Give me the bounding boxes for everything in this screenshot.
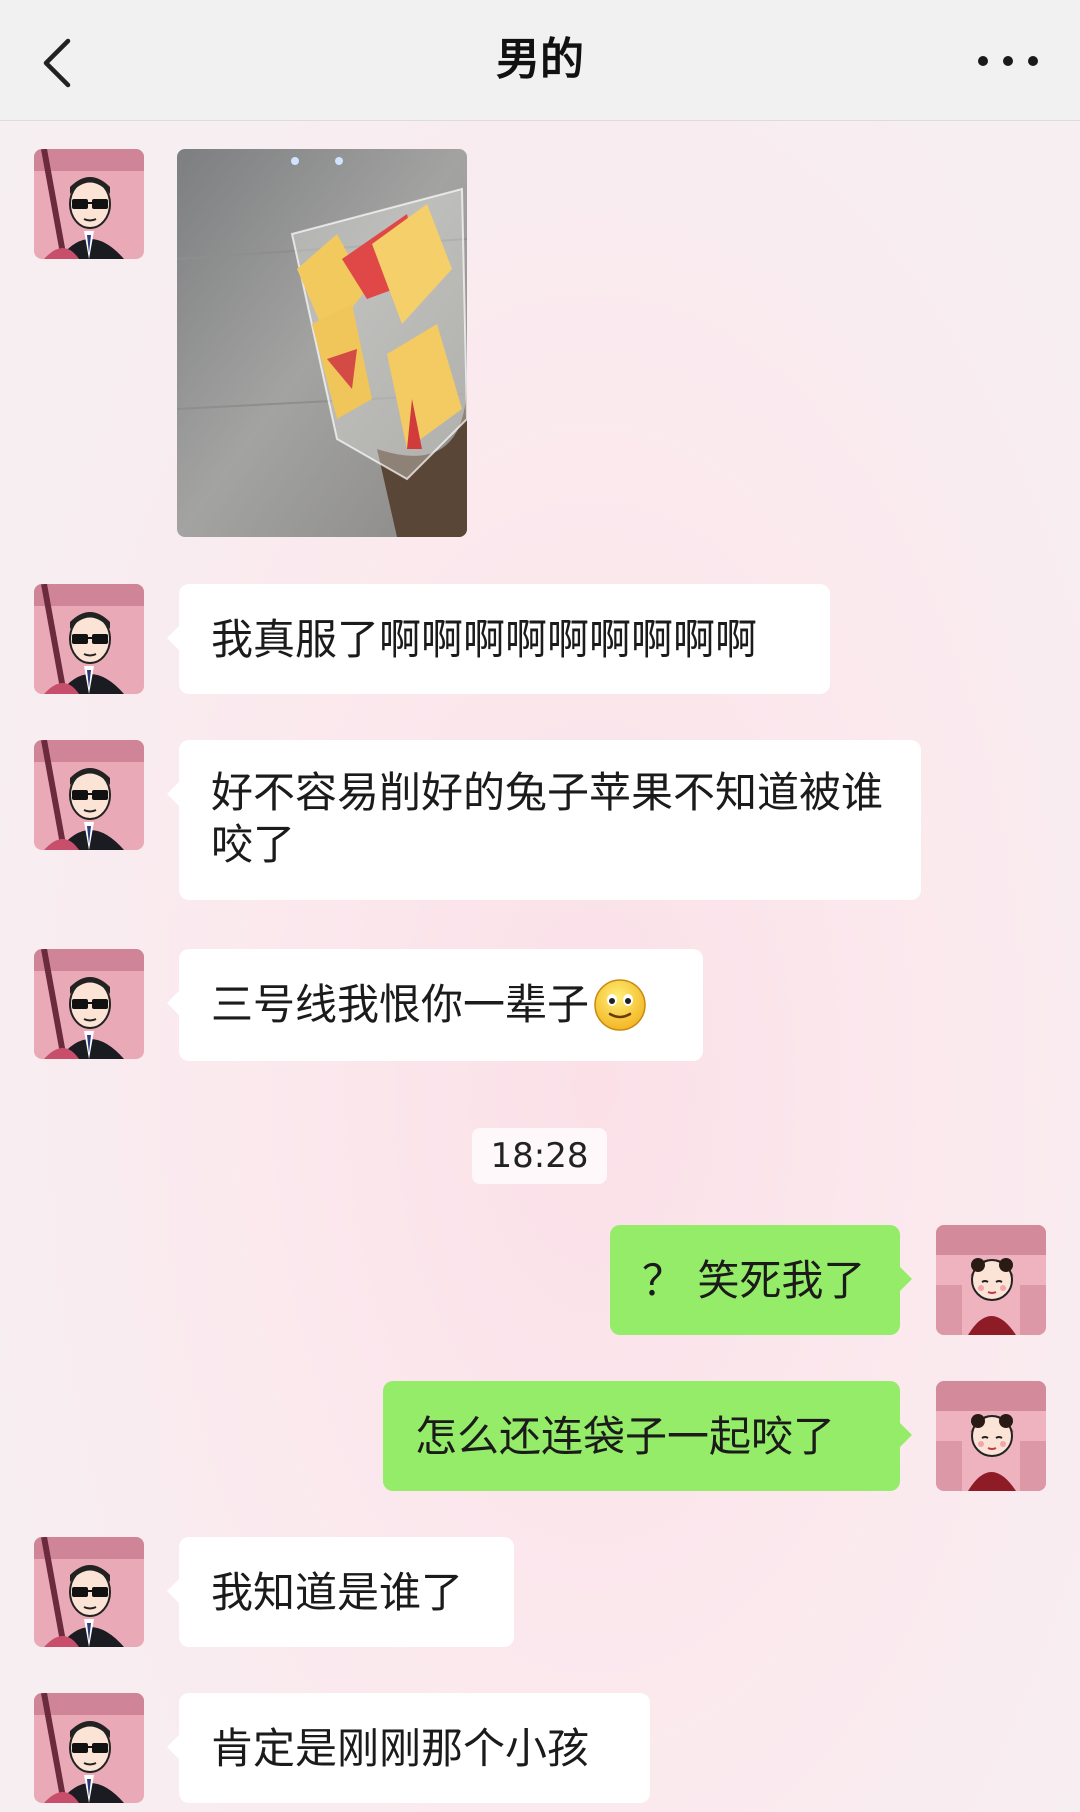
my-avatar[interactable]	[936, 1225, 1046, 1335]
ellipsis-icon	[978, 56, 988, 66]
message-bubble[interactable]: 肯定是刚刚那个小孩	[167, 1693, 650, 1803]
contact-avatar[interactable]	[34, 584, 144, 694]
contact-avatar[interactable]	[34, 1537, 144, 1647]
message-bubble[interactable]: 我真服了啊啊啊啊啊啊啊啊啊	[167, 584, 830, 694]
contact-avatar[interactable]	[34, 949, 144, 1059]
message-text: 我知道是谁了	[211, 1568, 464, 1617]
chat-header: 男的	[0, 0, 1080, 121]
message-text: 怎么还连袋子一起咬了	[415, 1412, 836, 1461]
message-text: 我真服了啊啊啊啊啊啊啊啊啊	[211, 615, 758, 664]
message-text: 好不容易削好的兔子苹果不知道被谁咬了	[211, 768, 884, 869]
apple-photo-message[interactable]	[177, 149, 467, 537]
message-bubble[interactable]: 好不容易削好的兔子苹果不知道被谁咬了	[167, 740, 921, 900]
message-text: 肯定是刚刚那个小孩	[211, 1724, 590, 1773]
message-bubble-outgoing[interactable]: 怎么还连袋子一起咬了	[383, 1381, 912, 1491]
message-bubble[interactable]: 三号线我恨你一辈子	[167, 949, 703, 1061]
my-avatar[interactable]	[936, 1381, 1046, 1491]
chat-title: 男的	[496, 34, 584, 85]
slight-smile-emoji-icon	[594, 978, 646, 1031]
contact-avatar[interactable]	[34, 149, 144, 259]
message-bubble-outgoing[interactable]: ？ 笑死我了	[610, 1225, 912, 1335]
more-button[interactable]	[970, 30, 1050, 90]
contact-avatar[interactable]	[34, 1693, 144, 1803]
message-text: ？ 笑死我了	[642, 1256, 866, 1305]
message-bubble[interactable]: 我知道是谁了	[167, 1537, 514, 1647]
message-timestamp: 18:28	[472, 1128, 607, 1184]
contact-avatar[interactable]	[34, 740, 144, 850]
message-text: 三号线我恨你一辈子	[211, 980, 590, 1029]
